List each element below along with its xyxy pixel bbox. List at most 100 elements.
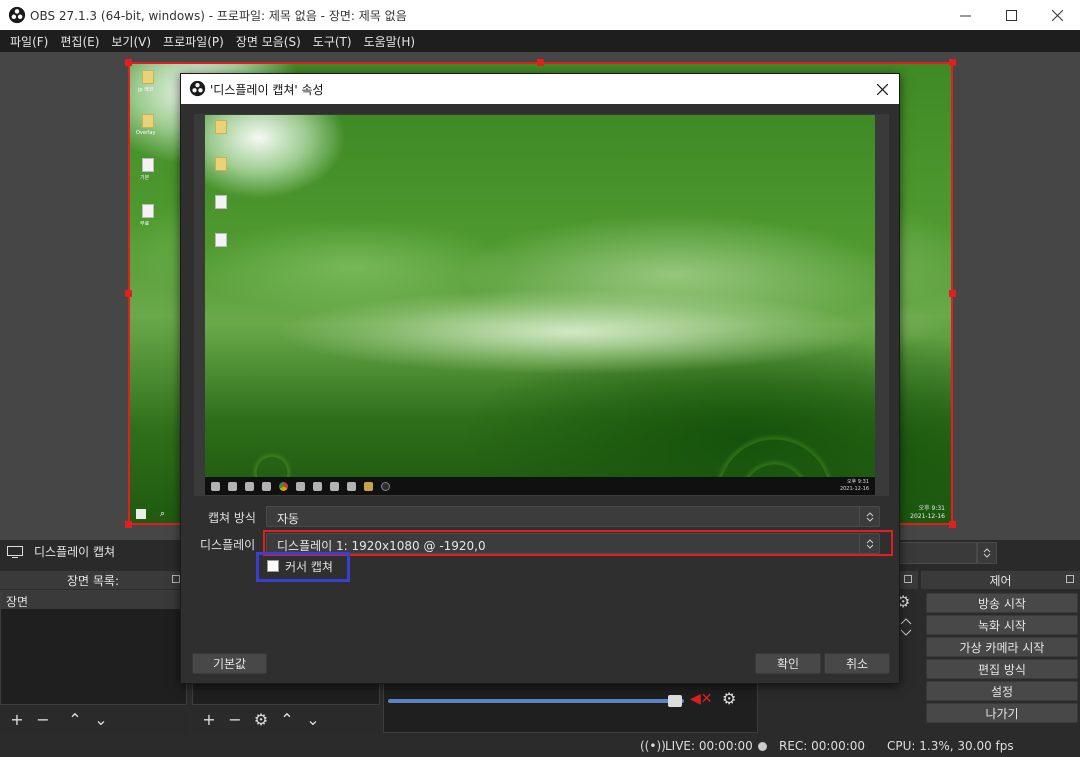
search-icon: ⌕ <box>160 509 166 519</box>
maximize-button[interactable] <box>988 0 1034 30</box>
selected-source-name: 디스플레이 캡쳐 <box>34 545 116 559</box>
volume-slider-handle[interactable] <box>668 695 682 707</box>
undock-icon[interactable] <box>172 575 180 583</box>
chevron-updown-icon <box>983 548 991 558</box>
source-combo-arrow[interactable] <box>977 542 997 564</box>
move-up-icon[interactable]: ⌃ <box>66 710 84 729</box>
move-down-icon[interactable]: ⌄ <box>92 710 110 729</box>
menu-file[interactable]: 파일(F) <box>4 33 54 50</box>
chevron-updown-icon <box>859 507 879 526</box>
resize-handle[interactable] <box>949 290 956 297</box>
windows-start-icon <box>211 481 220 491</box>
menu-scene-collection[interactable]: 장면 모음(S) <box>230 33 307 50</box>
resize-handle[interactable] <box>537 59 544 66</box>
resize-handle[interactable] <box>125 290 132 297</box>
resize-handle[interactable] <box>125 521 132 528</box>
resize-handle[interactable] <box>949 521 956 528</box>
desktop-icon-label: 기본 <box>140 175 150 181</box>
search-icon <box>228 481 237 491</box>
add-scene-icon[interactable]: + <box>8 710 26 729</box>
window-title-bar: OBS 27.1.3 (64-bit, windows) - 프로파일: 제목 … <box>0 0 1080 30</box>
scenes-dock-title: 장면 목록: <box>66 573 120 588</box>
desktop-folder-icon <box>215 157 227 171</box>
capture-method-value: 자동 <box>277 512 300 526</box>
minimize-button[interactable] <box>942 0 988 30</box>
start-virtual-camera-button[interactable]: 가상 카메라 시작 <box>926 637 1078 657</box>
exit-button[interactable]: 나가기 <box>926 703 1078 723</box>
chevron-updown-icon[interactable] <box>899 615 913 639</box>
studio-mode-button[interactable]: 편집 방식 <box>926 659 1078 679</box>
sources-toolbar: + − ⚙ ⌃ ⌄ <box>192 705 380 733</box>
task-view-icon <box>262 481 271 491</box>
menu-view[interactable]: 보기(V) <box>105 33 157 50</box>
mute-icon[interactable]: ◀✕ <box>690 691 713 707</box>
desktop-icon-label: jp 레코 <box>138 87 154 93</box>
desktop-folder-icon <box>142 70 154 84</box>
cursor-capture-checkbox[interactable] <box>267 560 279 572</box>
app-icon <box>330 481 339 491</box>
start-streaming-button[interactable]: 방송 시작 <box>926 593 1078 613</box>
menu-profile[interactable]: 프로파일(P) <box>157 33 230 50</box>
status-bar: ((•)) LIVE: 00:00:00 REC: 00:00:00 CPU: … <box>0 735 1080 757</box>
close-icon <box>1051 9 1063 21</box>
source-combo[interactable] <box>895 542 977 564</box>
dialog-close-button[interactable] <box>865 74 899 104</box>
add-source-icon[interactable]: + <box>200 710 218 729</box>
desktop-document-icon <box>142 158 154 172</box>
desktop-folder-icon <box>215 120 227 134</box>
rec-timer: REC: 00:00:00 <box>779 739 866 753</box>
dialog-preview: 오후 9:31 2021-12-16 <box>205 115 875 495</box>
cancel-button[interactable]: 취소 <box>824 653 890 674</box>
close-icon <box>876 83 888 95</box>
monitor-icon <box>7 546 23 558</box>
windows-start-icon <box>136 509 146 519</box>
menu-help[interactable]: 도움말(H) <box>358 33 422 50</box>
settings-button[interactable]: 설정 <box>926 681 1078 701</box>
gear-icon[interactable]: ⚙ <box>722 689 736 708</box>
ok-button[interactable]: 확인 <box>755 653 821 674</box>
start-recording-button[interactable]: 녹화 시작 <box>926 615 1078 635</box>
undock-icon[interactable] <box>1066 575 1074 583</box>
menu-edit[interactable]: 편집(E) <box>54 33 105 50</box>
file-explorer-icon <box>364 481 373 491</box>
scenes-list: 장면 <box>0 590 187 705</box>
cpu-fps: CPU: 1.3%, 30.00 fps <box>887 739 1014 753</box>
desktop-document-icon <box>142 204 154 218</box>
resize-handle[interactable] <box>125 59 132 66</box>
desktop-date: 2021-12-16 <box>910 513 945 520</box>
desktop-document-icon <box>215 233 227 247</box>
desktop-folder-icon <box>142 114 154 128</box>
controls-dock-title: 제어 <box>989 573 1012 588</box>
maximize-icon <box>1005 9 1017 21</box>
move-down-icon[interactable]: ⌄ <box>304 710 322 729</box>
close-button[interactable] <box>1034 0 1080 30</box>
menu-tools[interactable]: 도구(T) <box>307 33 358 50</box>
broadcast-icon: ((•)) <box>640 739 666 753</box>
obs-logo-icon <box>8 6 26 24</box>
resize-handle[interactable] <box>949 59 956 66</box>
scene-item-label: 장면 <box>6 595 29 609</box>
gear-icon[interactable]: ⚙ <box>252 710 270 729</box>
capture-method-select[interactable]: 자동 <box>266 506 880 527</box>
move-up-icon[interactable]: ⌃ <box>278 710 296 729</box>
cortana-icon <box>245 481 254 491</box>
remove-source-icon[interactable]: − <box>226 710 244 729</box>
remove-scene-icon[interactable]: − <box>34 710 52 729</box>
record-icon <box>758 742 767 751</box>
dialog-title: '디스플레이 캡쳐' 속성 <box>210 83 324 97</box>
display-label: 디스플레이 <box>200 538 256 552</box>
defaults-button[interactable]: 기본값 <box>192 653 267 674</box>
minimize-icon <box>959 15 971 16</box>
mixer-dock-header <box>900 571 918 589</box>
chrome-icon <box>279 481 288 491</box>
desktop-icon-label: 무료 <box>140 221 150 227</box>
window-title: OBS 27.1.3 (64-bit, windows) - 프로파일: 제목 … <box>30 9 407 23</box>
desktop-wallpaper <box>205 115 875 495</box>
taskbar-time: 오후 9:31 <box>846 479 869 485</box>
taskbar: 오후 9:31 2021-12-16 <box>205 477 875 495</box>
list-item[interactable]: 장면 <box>1 591 186 609</box>
undock-icon[interactable] <box>904 575 912 583</box>
obs-taskbar-icon <box>381 481 390 491</box>
display-highlight <box>263 530 893 556</box>
volume-slider[interactable] <box>388 699 684 703</box>
